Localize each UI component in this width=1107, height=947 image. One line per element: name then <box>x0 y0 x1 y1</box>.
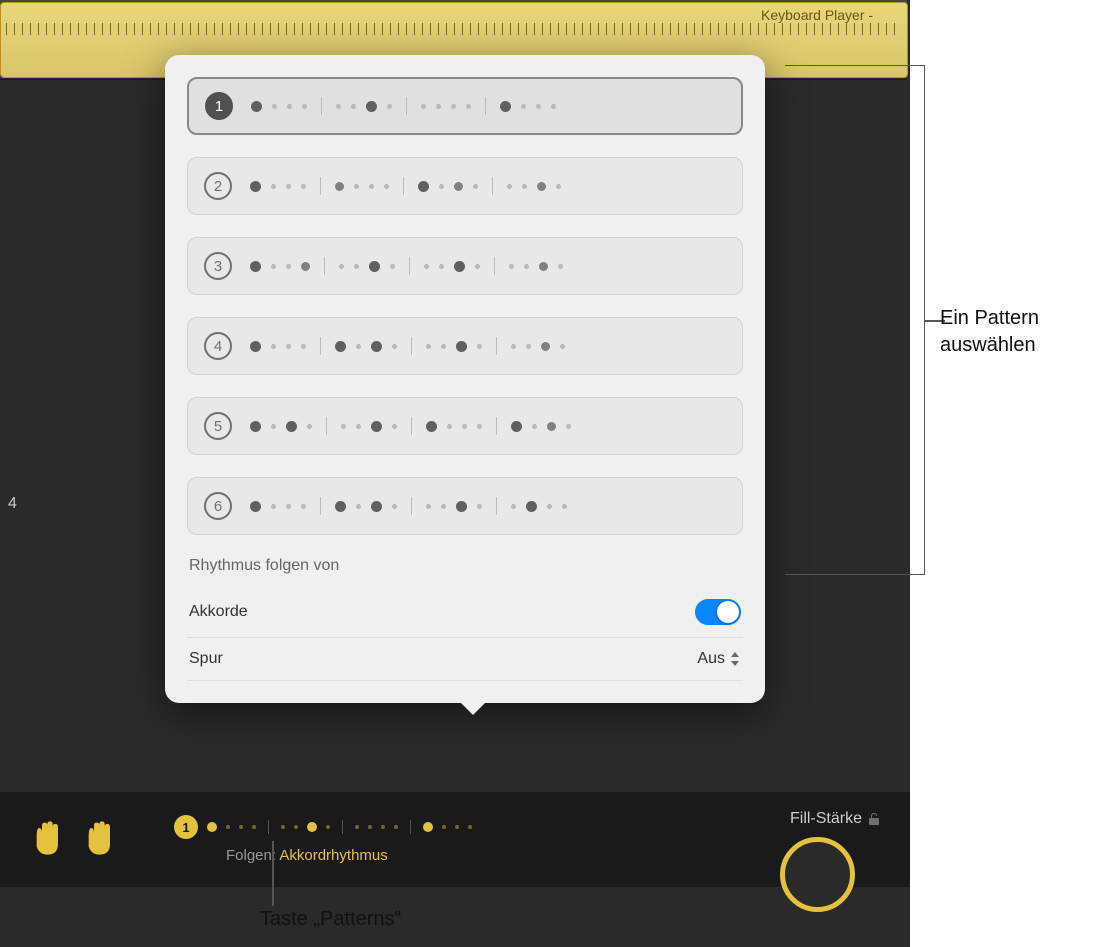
chords-label: Akkorde <box>189 603 248 621</box>
updown-icon <box>729 652 741 666</box>
pattern-row-5[interactable]: 5 <box>187 397 743 455</box>
pattern-number: 6 <box>204 492 232 520</box>
pattern-row-2[interactable]: 2 <box>187 157 743 215</box>
pattern-beats <box>250 497 726 515</box>
follow-rhythm-label: Rhythmus folgen von <box>189 557 743 575</box>
editor-bottom-bar: 1 Folgen: Akkordrhythmus Fill-Stärke <box>0 792 910 887</box>
callout-bracket <box>785 65 925 575</box>
track-setting-row: Spur Aus <box>187 638 743 681</box>
track-label: Spur <box>189 650 223 668</box>
pattern-beats <box>250 337 726 355</box>
left-hand-icon[interactable] <box>30 820 62 860</box>
unlock-icon[interactable] <box>868 812 880 826</box>
pattern-beats <box>250 257 726 275</box>
pattern-number: 1 <box>205 92 233 120</box>
callout-leader-line <box>272 841 274 906</box>
pattern-number-badge: 1 <box>174 815 198 839</box>
patterns-button[interactable]: 1 Folgen: Akkordrhythmus <box>174 815 472 864</box>
pattern-number: 3 <box>204 252 232 280</box>
right-hand-icon[interactable] <box>82 820 114 860</box>
pattern-number: 4 <box>204 332 232 360</box>
track-dropdown[interactable]: Aus <box>697 650 741 668</box>
pattern-beats <box>250 177 726 195</box>
patterns-follow-label: Folgen: Akkordrhythmus <box>226 847 388 864</box>
patterns-popover: 1 2 3 4 5 6 Rhythmus folgen von Akkorde Spur … <box>165 55 765 703</box>
pattern-row-4[interactable]: 4 <box>187 317 743 375</box>
fill-strength-label: Fill-Stärke <box>790 810 880 828</box>
pattern-number: 5 <box>204 412 232 440</box>
fill-strength-knob[interactable] <box>780 837 855 912</box>
timeline-marker: 4 <box>8 495 17 513</box>
pattern-number: 2 <box>204 172 232 200</box>
pattern-row-6[interactable]: 6 <box>187 477 743 535</box>
region-label: Keyboard Player - <box>761 7 873 23</box>
pattern-beats <box>251 97 725 115</box>
chords-toggle[interactable] <box>695 599 741 625</box>
callout-select-pattern: Ein Pattern auswählen <box>940 305 1039 359</box>
pattern-row-1[interactable]: 1 <box>187 77 743 135</box>
pattern-beats <box>250 417 726 435</box>
callout-patterns-button: Taste „Patterns“ <box>260 908 401 931</box>
annotation-background <box>910 0 1107 947</box>
pattern-row-3[interactable]: 3 <box>187 237 743 295</box>
chords-setting-row: Akkorde <box>187 587 743 638</box>
